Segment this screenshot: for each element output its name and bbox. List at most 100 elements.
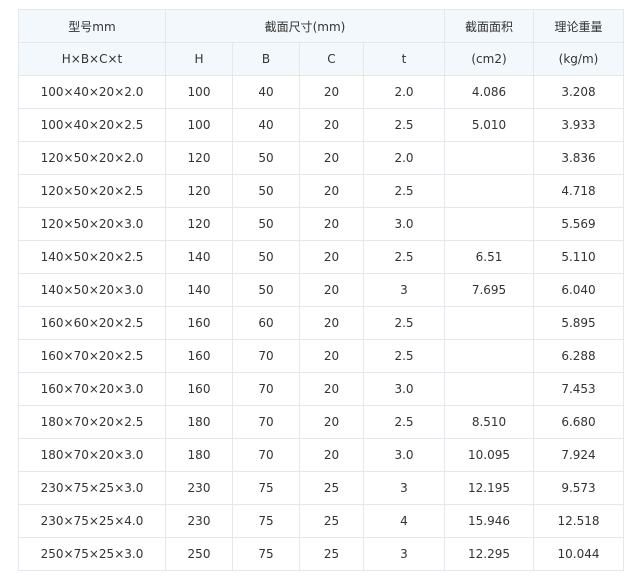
cell-area: 8.510 xyxy=(444,405,534,439)
cell-b: 70 xyxy=(232,405,300,439)
cell-model: 120×50×20×2.0 xyxy=(18,141,166,175)
cell-weight: 9.573 xyxy=(533,471,624,505)
cell-c: 25 xyxy=(299,471,364,505)
cell-h: 100 xyxy=(165,108,233,142)
cell-weight: 6.040 xyxy=(533,273,624,307)
cell-area xyxy=(444,174,534,208)
cell-area: 12.195 xyxy=(444,471,534,505)
table-row: 140×50×20×3.0 140 50 20 3 7.695 6.040 xyxy=(18,273,624,307)
cell-h: 250 xyxy=(165,537,233,571)
cell-t: 2.5 xyxy=(363,174,445,208)
table-row: 250×75×25×3.0 250 75 25 3 12.295 10.044 xyxy=(18,537,624,571)
cell-weight: 10.044 xyxy=(533,537,624,571)
cell-t: 2.0 xyxy=(363,75,445,109)
cell-h: 100 xyxy=(165,75,233,109)
table-row: 160×70×20×2.5 160 70 20 2.5 6.288 xyxy=(18,339,624,373)
cell-weight: 3.208 xyxy=(533,75,624,109)
cell-t: 2.5 xyxy=(363,306,445,340)
cell-model: 140×50×20×3.0 xyxy=(18,273,166,307)
cell-area: 15.946 xyxy=(444,504,534,538)
header-area-unit: (cm2) xyxy=(444,42,534,76)
header-section-dims: 截面尺寸(mm) xyxy=(165,9,445,43)
cell-b: 75 xyxy=(232,504,300,538)
cell-b: 60 xyxy=(232,306,300,340)
table-row: 160×70×20×3.0 160 70 20 3.0 7.453 xyxy=(18,372,624,406)
cell-area xyxy=(444,207,534,241)
table-row: 120×50×20×2.5 120 50 20 2.5 4.718 xyxy=(18,174,624,208)
cell-h: 230 xyxy=(165,504,233,538)
cell-model: 230×75×25×4.0 xyxy=(18,504,166,538)
cell-t: 4 xyxy=(363,504,445,538)
cell-area xyxy=(444,339,534,373)
header-row-1: 型号mm 截面尺寸(mm) 截面面积 理论重量 xyxy=(18,9,624,43)
cell-model: 160×70×20×3.0 xyxy=(18,372,166,406)
cell-b: 75 xyxy=(232,537,300,571)
cell-h: 120 xyxy=(165,174,233,208)
table-row: 100×40×20×2.5 100 40 20 2.5 5.010 3.933 xyxy=(18,108,624,142)
header-area: 截面面积 xyxy=(444,9,534,43)
cell-b: 40 xyxy=(232,108,300,142)
table-row: 140×50×20×2.5 140 50 20 2.5 6.51 5.110 xyxy=(18,240,624,274)
cell-h: 140 xyxy=(165,273,233,307)
cell-b: 50 xyxy=(232,273,300,307)
header-row-2: H×B×C×t H B C t (cm2) (kg/m) xyxy=(18,42,624,76)
cell-t: 3 xyxy=(363,537,445,571)
cell-model: 160×60×20×2.5 xyxy=(18,306,166,340)
cell-area xyxy=(444,141,534,175)
cell-t: 2.5 xyxy=(363,240,445,274)
cell-area xyxy=(444,306,534,340)
cell-t: 2.5 xyxy=(363,108,445,142)
cell-b: 40 xyxy=(232,75,300,109)
cell-weight: 3.836 xyxy=(533,141,624,175)
header-weight: 理论重量 xyxy=(533,9,624,43)
cell-weight: 7.453 xyxy=(533,372,624,406)
cell-t: 3.0 xyxy=(363,207,445,241)
header-weight-unit: (kg/m) xyxy=(533,42,624,76)
cell-area: 7.695 xyxy=(444,273,534,307)
cell-t: 3 xyxy=(363,273,445,307)
header-model-sub: H×B×C×t xyxy=(18,42,166,76)
cell-c: 20 xyxy=(299,273,364,307)
table-row: 120×50×20×2.0 120 50 20 2.0 3.836 xyxy=(18,141,624,175)
cell-c: 20 xyxy=(299,174,364,208)
cell-weight: 12.518 xyxy=(533,504,624,538)
table-row: 180×70×20×2.5 180 70 20 2.5 8.510 6.680 xyxy=(18,405,624,439)
cell-b: 50 xyxy=(232,240,300,274)
cell-b: 50 xyxy=(232,174,300,208)
header-h: H xyxy=(165,42,233,76)
cell-c: 25 xyxy=(299,504,364,538)
cell-c: 20 xyxy=(299,372,364,406)
table-row: 180×70×20×3.0 180 70 20 3.0 10.095 7.924 xyxy=(18,438,624,472)
cell-h: 160 xyxy=(165,372,233,406)
header-b: B xyxy=(232,42,300,76)
cell-b: 50 xyxy=(232,207,300,241)
cell-t: 3.0 xyxy=(363,372,445,406)
cell-h: 230 xyxy=(165,471,233,505)
cell-b: 70 xyxy=(232,372,300,406)
cell-c: 20 xyxy=(299,240,364,274)
cell-model: 250×75×25×3.0 xyxy=(18,537,166,571)
cell-area: 6.51 xyxy=(444,240,534,274)
cell-weight: 4.718 xyxy=(533,174,624,208)
cell-model: 120×50×20×3.0 xyxy=(18,207,166,241)
cell-area: 4.086 xyxy=(444,75,534,109)
cell-area: 5.010 xyxy=(444,108,534,142)
cell-weight: 5.569 xyxy=(533,207,624,241)
cell-area: 10.095 xyxy=(444,438,534,472)
cell-h: 140 xyxy=(165,240,233,274)
cell-t: 3.0 xyxy=(363,438,445,472)
cell-c: 20 xyxy=(299,75,364,109)
spec-table-container: 型号mm 截面尺寸(mm) 截面面积 理论重量 H×B×C×t H B C t … xyxy=(18,9,624,571)
cell-h: 180 xyxy=(165,405,233,439)
cell-weight: 5.110 xyxy=(533,240,624,274)
cell-weight: 6.680 xyxy=(533,405,624,439)
table-row: 230×75×25×3.0 230 75 25 3 12.195 9.573 xyxy=(18,471,624,505)
cell-t: 2.5 xyxy=(363,405,445,439)
cell-h: 160 xyxy=(165,306,233,340)
cell-c: 20 xyxy=(299,405,364,439)
cell-model: 180×70×20×3.0 xyxy=(18,438,166,472)
table-body: 100×40×20×2.0 100 40 20 2.0 4.086 3.208 100×40×… xyxy=(18,75,624,571)
table-row: 100×40×20×2.0 100 40 20 2.0 4.086 3.208 xyxy=(18,75,624,109)
cell-model: 180×70×20×2.5 xyxy=(18,405,166,439)
cell-c: 20 xyxy=(299,306,364,340)
